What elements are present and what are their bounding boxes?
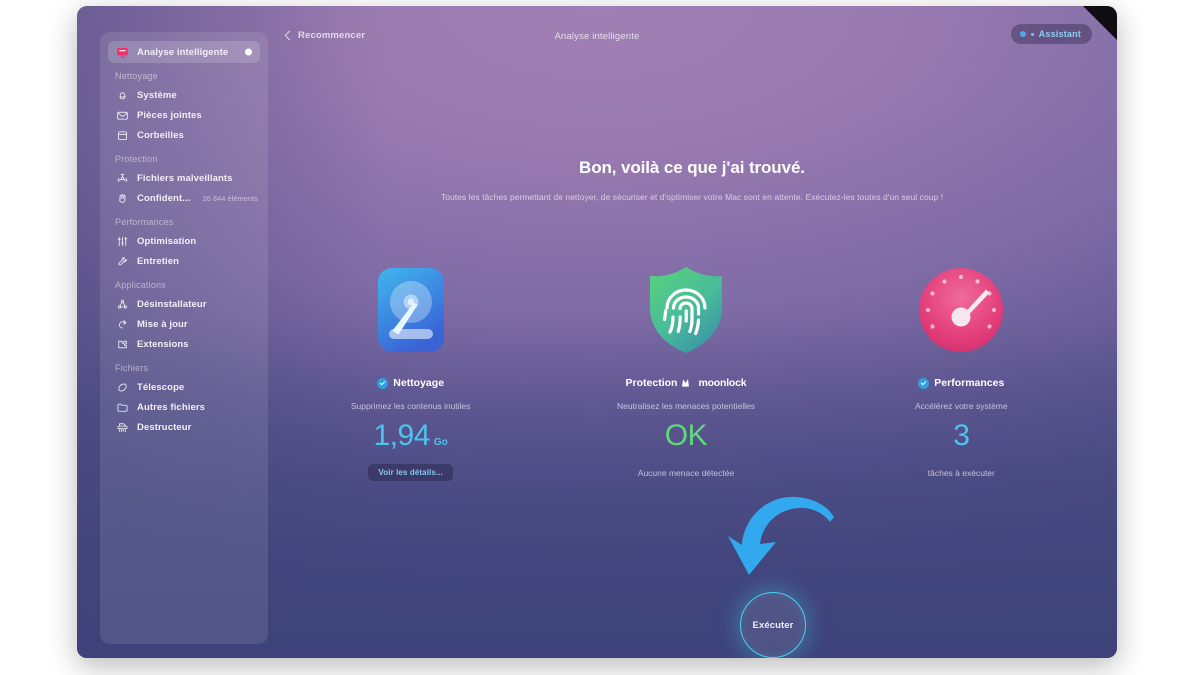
check-circle-icon xyxy=(918,377,930,389)
hero-section: Bon, voilà ce que j'ai trouvé. Toutes le… xyxy=(267,158,1117,202)
card-subtitle: Supprimez les contenus inutiles xyxy=(350,401,471,411)
molecule-icon xyxy=(115,297,129,311)
summary-cards: Nettoyage Supprimez les contenus inutiles… xyxy=(273,264,1099,481)
check-circle-icon xyxy=(377,377,389,389)
run-button-label: Exécuter xyxy=(752,619,794,631)
sidebar-item-label: Extensions xyxy=(137,338,189,350)
card-value-number: OK xyxy=(664,419,708,452)
sidebar-item-corbeilles[interactable]: Corbeilles xyxy=(108,125,260,145)
moonlock-brand: moonlock xyxy=(682,377,747,389)
page-subtitle: Toutes les tâches permettant de nettoyer… xyxy=(440,192,944,202)
assistant-dot-large-icon xyxy=(1019,31,1026,37)
app-window: Recommencer Analyse intelligente Assista… xyxy=(77,6,1117,658)
mail-icon xyxy=(115,108,129,122)
summary-card-nettoyage: Nettoyage Supprimez les contenus inutiles… xyxy=(291,264,531,481)
sidebar-item-label: Fichiers malveillants xyxy=(137,172,233,184)
sidebar-item-syst-me[interactable]: Système xyxy=(108,85,260,105)
sidebar-item-label: Optimisation xyxy=(137,235,197,247)
curved-down-arrow-icon xyxy=(728,496,834,575)
moonlock-label: moonlock xyxy=(698,377,747,389)
sidebar-item-label: Corbeilles xyxy=(137,129,184,141)
card-value-unit: Go xyxy=(433,437,448,448)
sidebar-item-optimisation[interactable]: Optimisation xyxy=(108,231,260,251)
sidebar-item-count: 26 844 éléments xyxy=(202,193,258,203)
card-title: Nettoyage xyxy=(291,376,531,390)
card-title-label: Nettoyage xyxy=(393,377,445,389)
sidebar-item-destructeur[interactable]: Destructeur xyxy=(108,417,260,437)
hard-drive-icon xyxy=(365,264,457,356)
card-value-number: 1,94 xyxy=(373,419,431,452)
sidebar-item-label: Désinstallateur xyxy=(137,298,207,310)
sidebar-item-label: Télescope xyxy=(137,381,185,393)
sidebar-group-label: Fichiers xyxy=(115,363,149,373)
sidebar-item-confident[interactable]: Confident... 26 844 éléments xyxy=(108,188,260,208)
shield-fingerprint-icon xyxy=(640,264,732,356)
telescope-icon xyxy=(115,380,129,394)
sidebar-item-label: Destructeur xyxy=(137,421,192,433)
page-title: Bon, voilà ce que j'ai trouvé. xyxy=(579,158,805,177)
assistant-dot-small-icon xyxy=(1030,32,1034,36)
sidebar-item-label: Confident... xyxy=(137,192,191,204)
sidebar-item-label: Entretien xyxy=(137,255,180,267)
card-value: OK xyxy=(566,421,806,451)
sliders-icon xyxy=(115,234,129,248)
refresh-icon xyxy=(115,317,129,331)
wrench-icon xyxy=(115,254,129,268)
sidebar-group-label: Performances xyxy=(115,217,174,227)
shredder-icon xyxy=(115,420,129,434)
sidebar-item-d-sinstallateur[interactable]: Désinstallateur xyxy=(108,294,260,314)
card-footer: Voir les détails... xyxy=(291,464,531,481)
sidebar-item-label: Mise à jour xyxy=(137,318,188,330)
card-footer-text: Aucune menace détectée xyxy=(637,467,735,478)
assistant-button[interactable]: Assistant xyxy=(1010,24,1092,44)
card-subtitle: Accélérez votre système xyxy=(915,401,1008,411)
card-title-label: Performances xyxy=(934,377,1005,389)
card-footer: Aucune menace détectée xyxy=(566,464,806,481)
sidebar-item-label: Pièces jointes xyxy=(137,109,202,121)
summary-card-protection: Protection moonlock Neutralisez les menace… xyxy=(566,264,806,481)
assistant-button-label: Assistant xyxy=(1038,29,1081,39)
sidebar-group-label: Protection xyxy=(115,154,158,164)
biohazard-icon xyxy=(115,171,129,185)
sidebar-item-fichiers-malveillants[interactable]: Fichiers malveillants xyxy=(108,168,260,188)
card-title-label: Protection xyxy=(625,377,678,389)
sidebar: Analyse intelligente Nettoyage Système Pièc… xyxy=(100,32,268,644)
sidebar-group-label: Applications xyxy=(115,280,166,290)
summary-card-performances: Performances Accélérez votre système 3 tâch… xyxy=(841,264,1081,481)
card-footer-text: tâches à exécuter xyxy=(927,467,995,478)
window-title: Analyse intelligente xyxy=(554,31,640,42)
card-title: Performances xyxy=(841,376,1081,390)
sidebar-item-label: Système xyxy=(137,89,177,101)
card-footer: tâches à exécuter xyxy=(841,464,1081,481)
puzzle-icon xyxy=(115,337,129,351)
sidebar-item-t-lescope[interactable]: Télescope xyxy=(108,377,260,397)
screenshot-root: Recommencer Analyse intelligente Assista… xyxy=(0,0,1200,675)
card-title: Protection moonlock xyxy=(566,376,806,390)
card-subtitle: Neutralisez les menaces potentielles xyxy=(617,401,755,411)
run-button[interactable]: Exécuter xyxy=(740,592,806,658)
trash-icon xyxy=(115,128,129,142)
sidebar-item-extensions[interactable]: Extensions xyxy=(108,334,260,354)
sidebar-group-label: Nettoyage xyxy=(115,71,158,81)
folder-icon xyxy=(115,400,129,414)
sidebar-item-mise-jour[interactable]: Mise à jour xyxy=(108,314,260,334)
sidebar-item-entretien[interactable]: Entretien xyxy=(108,251,260,271)
moonlock-logo-icon xyxy=(682,379,690,387)
card-value-number: 3 xyxy=(953,419,970,452)
broom-icon xyxy=(115,88,129,102)
sidebar-item-autres-fichiers[interactable]: Autres fichiers xyxy=(108,397,260,417)
sidebar-item-label: Autres fichiers xyxy=(137,401,206,413)
titlebar: Recommencer Analyse intelligente Assista… xyxy=(77,6,1117,58)
sidebar-item-pi-ces-jointes[interactable]: Pièces jointes xyxy=(108,105,260,125)
card-value: 1,94 Go xyxy=(291,421,531,451)
view-details-button[interactable]: Voir les détails... xyxy=(368,464,453,481)
card-value: 3 xyxy=(841,421,1081,451)
hand-icon xyxy=(115,191,129,205)
speedometer-icon xyxy=(915,264,1007,356)
